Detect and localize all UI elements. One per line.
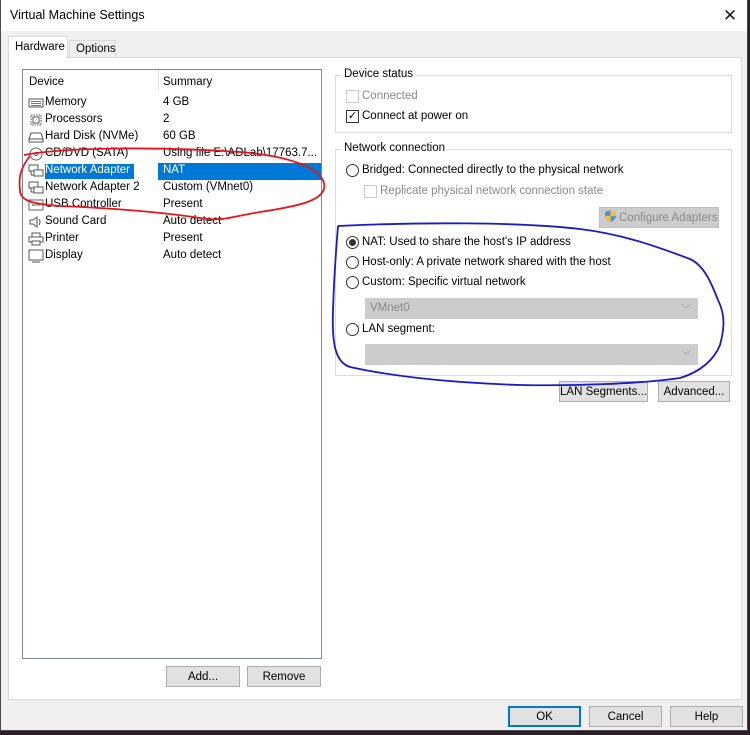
device-row-processors[interactable]: Processors 2 — [23, 112, 321, 129]
lan-segment-radio-row[interactable]: LAN segment: — [346, 321, 435, 337]
device-summary: Auto detect — [163, 215, 222, 227]
device-name: Memory — [45, 96, 87, 108]
device-row-network-adapter[interactable]: Network Adapter NAT — [23, 163, 321, 180]
processor-icon — [28, 113, 44, 127]
device-name: CD/DVD (SATA) — [45, 147, 129, 159]
tab-hardware[interactable]: Hardware — [8, 36, 68, 58]
help-button[interactable]: Help — [670, 706, 743, 727]
device-row-usb-controller[interactable]: USB Controller Present — [23, 197, 321, 214]
sound-card-icon — [28, 215, 44, 229]
device-summary: Present — [163, 232, 203, 244]
hardware-tab-panel: Device Summary Memory 4 GB Processors 2 — [8, 57, 742, 700]
connect-at-power-on-row[interactable]: ✓ Connect at power on — [346, 108, 468, 124]
lan-segments-button[interactable]: LAN Segments... — [559, 381, 648, 402]
bridged-label: Bridged: Connected directly to the physi… — [362, 164, 624, 176]
configure-adapters-button[interactable]: Configure Adapters — [599, 207, 719, 228]
connected-checkbox[interactable] — [346, 89, 359, 103]
device-row-printer[interactable]: Printer Present — [23, 231, 321, 248]
configure-adapters-label: Configure Adapters — [619, 211, 718, 224]
display-icon — [28, 249, 44, 263]
replicate-checkbox[interactable] — [364, 184, 377, 198]
list-header: Device Summary — [23, 70, 321, 94]
nat-radio[interactable] — [346, 235, 359, 249]
lan-segment-select[interactable]: ﹀ — [365, 344, 698, 365]
window-title: Virtual Machine Settings — [10, 8, 145, 22]
hard-disk-icon — [28, 130, 44, 144]
lan-segment-label: LAN segment: — [362, 323, 435, 335]
printer-icon — [28, 232, 44, 246]
device-row-sound-card[interactable]: Sound Card Auto detect — [23, 214, 321, 231]
chevron-down-icon: ﹀ — [681, 351, 691, 362]
bridged-radio[interactable] — [346, 163, 359, 177]
connect-at-power-on-checkbox[interactable]: ✓ — [346, 109, 359, 123]
custom-network-value: VMnet0 — [370, 302, 410, 314]
bridged-radio-row[interactable]: Bridged: Connected directly to the physi… — [346, 162, 623, 178]
device-name: Sound Card — [45, 215, 107, 227]
radio-selected-dot — [349, 238, 356, 246]
network-adapter-icon — [28, 181, 44, 195]
remove-device-button[interactable]: Remove — [247, 666, 321, 687]
network-adapter-icon — [28, 164, 44, 178]
usb-controller-icon — [28, 198, 44, 212]
device-summary: Using file E:\ADLab\17763.7... — [163, 147, 318, 159]
close-icon: ✕ — [722, 5, 738, 25]
host-only-radio-row[interactable]: Host-only: A private network shared with… — [346, 254, 611, 270]
device-summary: 60 GB — [163, 130, 196, 142]
device-row-memory[interactable]: Memory 4 GB — [23, 95, 321, 112]
replicate-label: Replicate physical network connection st… — [380, 185, 604, 197]
title-bar: Virtual Machine Settings ✕ — [1, 0, 747, 31]
column-separator[interactable] — [158, 70, 159, 92]
device-row-display[interactable]: Display Auto detect — [23, 248, 321, 265]
device-name: Processors — [45, 113, 103, 125]
host-only-radio[interactable] — [346, 255, 359, 269]
replicate-checkbox-row[interactable]: Replicate physical network connection st… — [364, 183, 603, 199]
nat-radio-row[interactable]: NAT: Used to share the host's IP address — [346, 234, 571, 250]
memory-icon — [28, 96, 44, 110]
advanced-button[interactable]: Advanced... — [658, 381, 730, 402]
connected-label: Connected — [362, 90, 418, 102]
device-row-network-adapter-2[interactable]: Network Adapter 2 Custom (VMnet0) — [23, 180, 321, 197]
virtual-machine-settings-dialog: Virtual Machine Settings ✕ Hardware Opti… — [0, 0, 748, 731]
device-list[interactable]: Device Summary Memory 4 GB Processors 2 — [22, 69, 322, 659]
tab-options[interactable]: Options — [69, 40, 116, 58]
connect-at-power-on-label: Connect at power on — [362, 110, 469, 122]
network-connection-group: Network connection Bridged: Connected di… — [335, 142, 732, 376]
device-name: Hard Disk (NVMe) — [45, 130, 139, 142]
checkmark-icon: ✓ — [347, 109, 358, 122]
column-header-device[interactable]: Device — [29, 76, 64, 88]
device-summary: Auto detect — [163, 249, 222, 261]
device-name: Display — [45, 249, 83, 261]
device-name: Printer — [45, 232, 79, 244]
uac-shield-icon — [604, 209, 617, 226]
lan-segment-radio[interactable] — [346, 322, 359, 336]
device-summary: Custom (VMnet0) — [163, 181, 254, 193]
cd-dvd-icon — [28, 147, 44, 161]
device-summary: 4 GB — [163, 96, 190, 108]
custom-radio-row[interactable]: Custom: Specific virtual network — [346, 274, 526, 290]
ok-button[interactable]: OK — [508, 706, 581, 727]
host-only-label: Host-only: A private network shared with… — [362, 256, 611, 268]
custom-network-select[interactable]: VMnet0 ﹀ — [365, 298, 698, 319]
device-row-hard-disk[interactable]: Hard Disk (NVMe) 60 GB — [23, 129, 321, 146]
column-header-summary[interactable]: Summary — [163, 76, 212, 88]
device-status-group: Device status Connected ✓ Connect at pow… — [335, 68, 732, 133]
device-summary: Present — [163, 198, 203, 210]
device-summary: 2 — [163, 113, 170, 125]
device-name: Network Adapter — [45, 164, 135, 179]
connected-checkbox-row[interactable]: Connected — [346, 88, 418, 104]
add-device-button[interactable]: Add... — [166, 666, 240, 687]
device-status-title: Device status — [342, 68, 416, 80]
nat-label: NAT: Used to share the host's IP address — [362, 236, 571, 248]
cancel-button[interactable]: Cancel — [589, 706, 662, 727]
close-button[interactable]: ✕ — [713, 0, 747, 31]
chevron-down-icon: ﹀ — [681, 305, 691, 316]
device-row-cd-dvd[interactable]: CD/DVD (SATA) Using file E:\ADLab\17763.… — [23, 146, 321, 163]
network-connection-title: Network connection — [342, 142, 447, 154]
device-name: Network Adapter 2 — [45, 181, 140, 193]
custom-label: Custom: Specific virtual network — [362, 276, 526, 288]
custom-radio[interactable] — [346, 275, 359, 289]
device-name: USB Controller — [45, 198, 122, 210]
device-summary: NAT — [163, 164, 186, 176]
